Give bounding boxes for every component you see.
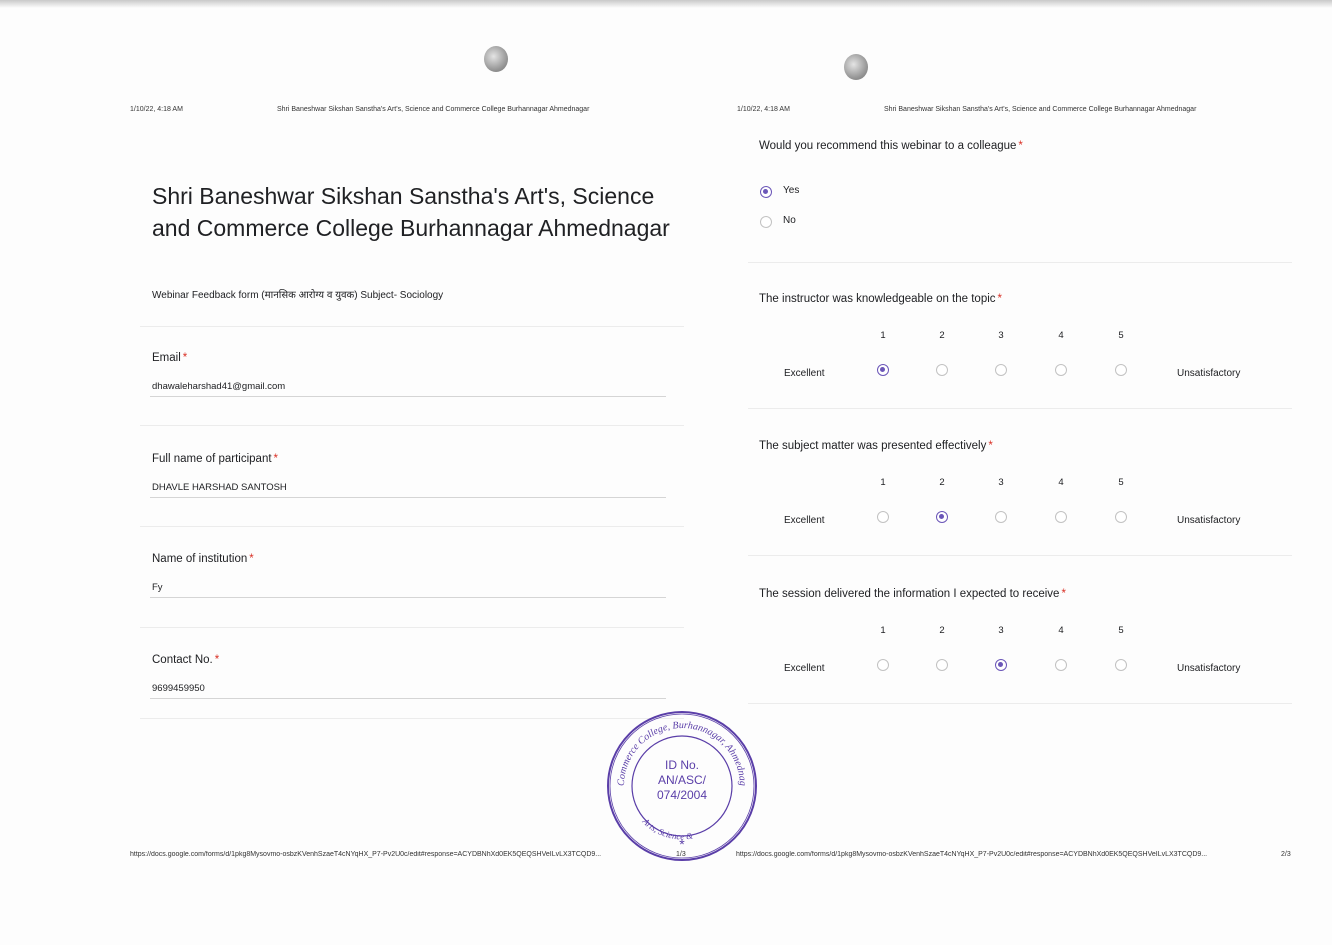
scale-number: 2 (939, 330, 945, 341)
card-divider (748, 703, 1292, 704)
svg-text:Arts, Science &: Arts, Science & (640, 816, 694, 842)
scale-number: 5 (1118, 625, 1124, 636)
scale-number: 3 (998, 625, 1004, 636)
scale-number: 3 (998, 477, 1004, 488)
scale-number: 3 (998, 330, 1004, 341)
scale-radio-5[interactable] (1115, 364, 1127, 376)
stamp-center: ID No. AN/ASC/ 074/2004 (630, 758, 734, 803)
required-mark: * (273, 453, 279, 465)
required-mark: * (249, 553, 254, 565)
scale-question-text: The session delivered the information I … (759, 588, 1060, 600)
required-mark: * (182, 352, 188, 364)
contact-label: Contact No. * (152, 654, 220, 666)
right-header-title: Shri Baneshwar Sikshan Sanstha's Art's, … (884, 106, 1197, 113)
card-divider (140, 326, 684, 327)
scale-question-text: The subject matter was presented effecti… (759, 440, 987, 452)
scale-question-label: The session delivered the information I … (759, 588, 1066, 600)
email-label: Email * (152, 352, 188, 364)
recommend-question: Would you recommend this webinar to a co… (759, 140, 1023, 152)
email-value: dhawaleharshad41@gmail.com (152, 381, 286, 392)
form-title: Shri Baneshwar Sikshan Sanstha's Art's, … (152, 183, 670, 241)
scale-high-label: Unsatisfactory (1177, 368, 1241, 379)
scale-radio-3[interactable] (995, 511, 1007, 523)
scale-radio-1[interactable] (877, 364, 889, 376)
card-divider (140, 425, 684, 426)
stamp-star: * (679, 836, 685, 852)
scale-number: 1 (880, 330, 886, 341)
scale-radio-1[interactable] (877, 659, 889, 671)
scale-number: 2 (939, 477, 945, 488)
required-mark: * (997, 293, 1003, 305)
scale-radio-3[interactable] (995, 659, 1007, 671)
scale-low-label: Excellent (784, 515, 825, 526)
scale-radio-5[interactable] (1115, 511, 1127, 523)
option-no-label: No (783, 215, 796, 226)
scale-number: 4 (1058, 477, 1064, 488)
scale-number: 1 (880, 477, 886, 488)
scale-radio-5[interactable] (1115, 659, 1127, 671)
email-answer-line (150, 396, 666, 397)
stamp-id-number: 074/2004 (656, 788, 708, 802)
required-mark: * (1018, 140, 1023, 152)
card-divider (140, 627, 684, 628)
full-name-value: DHAVLE HARSHAD SANTOSH (152, 482, 287, 493)
punch-hole-left (484, 46, 508, 72)
scale-number: 5 (1118, 477, 1124, 488)
full-name-label: Full name of participant * (152, 453, 279, 465)
scale-radio-2[interactable] (936, 659, 948, 671)
radio-yes[interactable] (760, 186, 772, 198)
option-yes-label: Yes (783, 185, 800, 196)
scale-high-label: Unsatisfactory (1177, 515, 1241, 526)
institution-answer-line (150, 597, 666, 598)
card-divider (140, 526, 684, 527)
required-mark: * (1061, 588, 1066, 600)
right-footer-page: 2/3 (1281, 851, 1291, 858)
scale-number: 2 (939, 625, 945, 636)
stamp-arc-bottom: Arts, Science & (640, 816, 694, 842)
required-mark: * (988, 440, 993, 452)
left-header-title: Shri Baneshwar Sikshan Sanstha's Art's, … (277, 106, 590, 113)
scale-number: 4 (1058, 330, 1064, 341)
card-divider (748, 555, 1292, 556)
scale-question-label: The instructor was knowledgeable on the … (759, 293, 1002, 305)
contact-value: 9699459950 (152, 683, 205, 694)
left-footer-url: https://docs.google.com/forms/d/1pkg8Mys… (130, 851, 602, 858)
left-header-date: 1/10/22, 4:18 AM (130, 106, 183, 113)
right-footer-url: https://docs.google.com/forms/d/1pkg8Mys… (736, 851, 1208, 858)
card-divider (140, 718, 684, 719)
punch-hole-right (844, 54, 868, 80)
scale-low-label: Excellent (784, 663, 825, 674)
radio-no[interactable] (760, 216, 772, 228)
scale-number: 4 (1058, 625, 1064, 636)
stamp-id-code: AN/ASC/ (657, 773, 706, 787)
scale-question-label: The subject matter was presented effecti… (759, 440, 993, 452)
scale-question-text: The instructor was knowledgeable on the … (759, 293, 996, 305)
scale-low-label: Excellent (784, 368, 825, 379)
institution-label: Name of institution * (152, 553, 254, 565)
scale-radio-4[interactable] (1055, 364, 1067, 376)
institution-value: Fy (152, 582, 163, 593)
stamp-id-label: ID No. (664, 758, 699, 772)
form-description: Webinar Feedback form (मानसिक आरोग्य व य… (152, 290, 444, 301)
scale-radio-2[interactable] (936, 511, 948, 523)
scale-high-label: Unsatisfactory (1177, 663, 1241, 674)
right-header-date: 1/10/22, 4:18 AM (737, 106, 790, 113)
card-divider (748, 408, 1292, 409)
scale-radio-1[interactable] (877, 511, 889, 523)
scan-edge (0, 0, 1332, 8)
contact-answer-line (150, 698, 666, 699)
card-divider (748, 262, 1292, 263)
scale-radio-2[interactable] (936, 364, 948, 376)
scale-number: 1 (880, 625, 886, 636)
scale-radio-4[interactable] (1055, 511, 1067, 523)
scale-radio-4[interactable] (1055, 659, 1067, 671)
scale-radio-3[interactable] (995, 364, 1007, 376)
full-name-answer-line (150, 497, 666, 498)
scale-number: 5 (1118, 330, 1124, 341)
required-mark: * (214, 654, 220, 666)
